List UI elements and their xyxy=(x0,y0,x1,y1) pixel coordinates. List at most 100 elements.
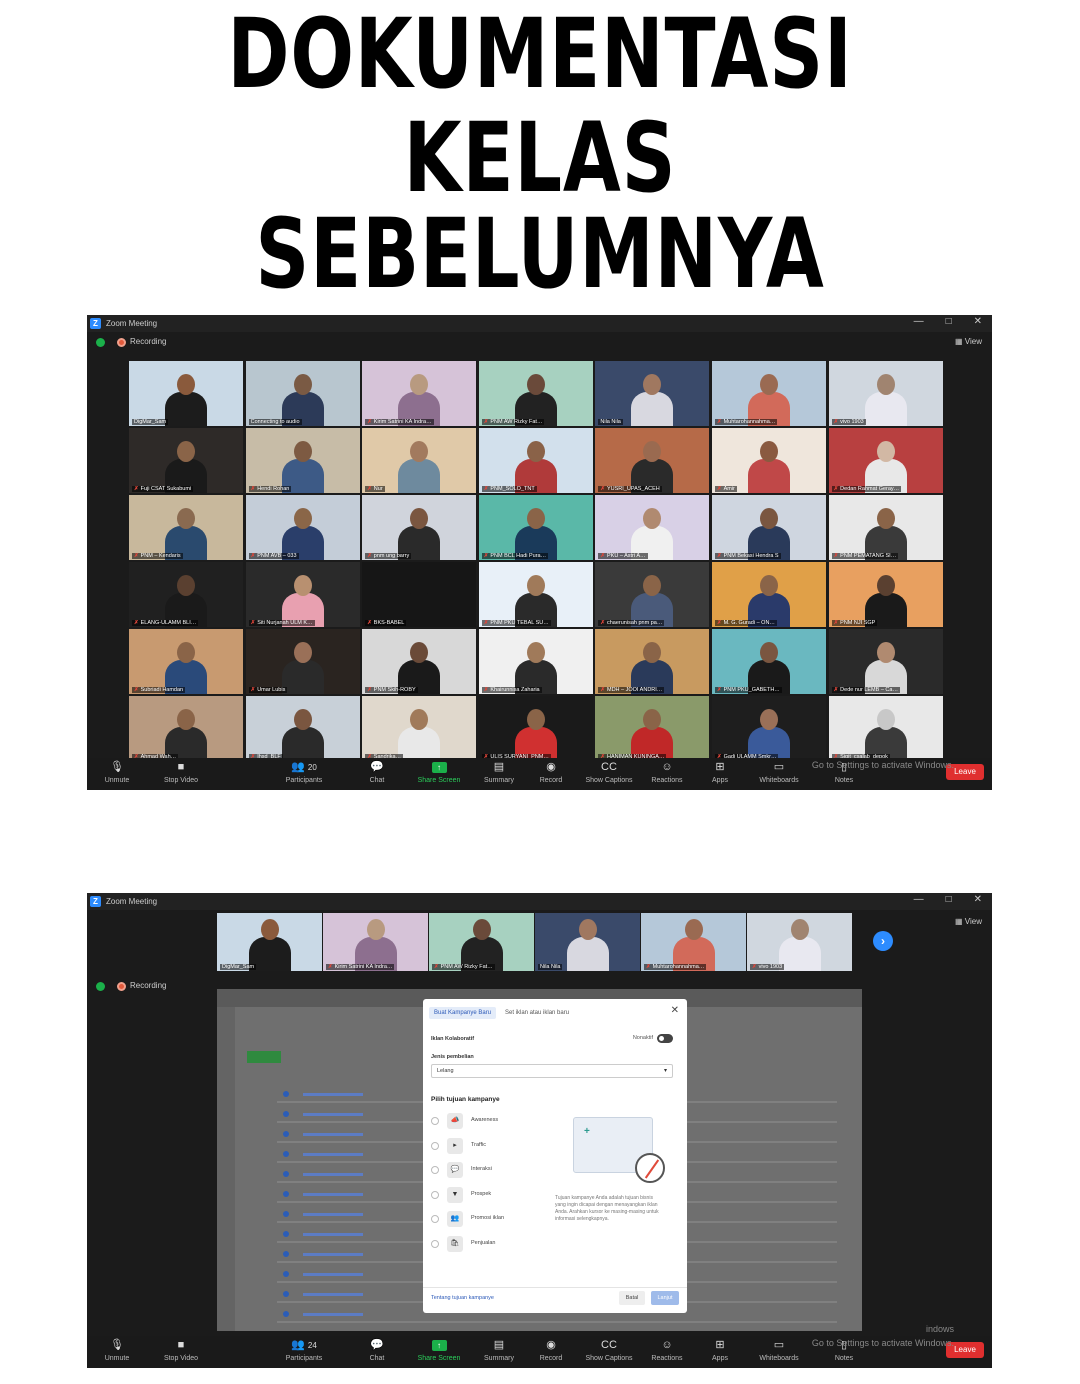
participant-tile[interactable]: ✗ BKS-BABEL xyxy=(362,562,477,627)
whiteboards-button[interactable]: ▭ Whiteboards xyxy=(749,761,809,784)
participants-button[interactable]: 👥 24 Participants xyxy=(274,1339,334,1362)
participant-tile[interactable]: ✗ PNM PKU_GABETH… xyxy=(711,629,826,694)
participant-tile[interactable]: ✗ Siti Nurjanah ULM K… xyxy=(245,562,360,627)
participant-tile[interactable]: ✗ PNM AW Rizky Fat… xyxy=(429,913,534,971)
participant-tile[interactable]: ✗ PNM AVB – 033 xyxy=(245,495,360,560)
tab-new-campaign[interactable]: Buat Kampanye Baru xyxy=(429,1007,497,1019)
security-shield-icon[interactable] xyxy=(96,338,105,347)
participant-tile[interactable]: Connecting to audio xyxy=(245,361,360,426)
participant-tile[interactable]: ✗ ELANG-ULAMM BLI… xyxy=(129,562,243,627)
participant-tile[interactable]: ✗ Ihsd_BLF xyxy=(245,696,360,761)
participant-tile[interactable]: ✗ Dedan Rahmat Geray… xyxy=(828,428,943,493)
objective-option[interactable]: 💬 Interaksi xyxy=(431,1162,541,1178)
participant-tile[interactable]: ✗ YUSRI_UPAS_ACEH xyxy=(595,428,710,493)
collab-toggle[interactable] xyxy=(657,1034,673,1043)
reactions-button[interactable]: ☺ Reactions xyxy=(637,1339,697,1362)
show-captions-button[interactable]: CC Show Captions xyxy=(579,1339,639,1362)
participant-tile[interactable]: ✗ Kirim Satrini KA Indra… xyxy=(323,913,428,971)
participant-tile[interactable]: ✗ Khairunnisa Zaharia xyxy=(478,629,593,694)
minimize-button[interactable]: — xyxy=(914,316,924,327)
participant-tile[interactable]: ✗ PNM NJI SGP xyxy=(828,562,943,627)
participant-tile[interactable]: ✗ Muhtarohannahma… xyxy=(711,361,826,426)
reactions-button[interactable]: ☺ Reactions xyxy=(637,761,697,784)
participant-tile[interactable]: ✗ Gadi ULAMM Smkr… xyxy=(711,696,826,761)
participant-tile[interactable]: ✗ HANIMAN KUNINGA… xyxy=(595,696,710,761)
radio-button[interactable] xyxy=(431,1239,439,1248)
participant-tile[interactable]: ✗ vivo 1903 xyxy=(828,361,943,426)
minimize-button[interactable]: — xyxy=(914,894,924,905)
stop-video-button[interactable]: ■ Stop Video xyxy=(151,761,211,784)
apps-button[interactable]: ⊞ Apps xyxy=(690,1339,750,1362)
participant-tile[interactable]: ✗ PKU – Astri A… xyxy=(595,495,710,560)
participant-tile[interactable]: Nila Nila xyxy=(535,913,640,971)
stop-video-button[interactable]: ■ Stop Video xyxy=(151,1339,211,1362)
participant-tile[interactable]: Nila Nila xyxy=(595,361,710,426)
share-screen-button[interactable]: ↑ Share Screen xyxy=(409,1339,469,1362)
show-captions-button[interactable]: CC Show Captions xyxy=(579,761,639,784)
radio-button[interactable] xyxy=(431,1190,439,1199)
close-button[interactable]: ✕ xyxy=(974,316,982,327)
participant-tile[interactable]: ✗ PNM_SOLO_TNT xyxy=(478,428,593,493)
unmute-button[interactable]: 🎙 Unmute xyxy=(87,761,147,784)
participant-tile[interactable]: ✗ PNM PKU TEBAL SU… xyxy=(478,562,593,627)
participant-tile[interactable]: ✗ ULIS SURYANI_PNM… xyxy=(478,696,593,761)
participant-tile[interactable]: ✗ Muhtarohannahma… xyxy=(641,913,746,971)
summary-button[interactable]: ▤ Summary xyxy=(469,1339,529,1362)
purchase-type-select[interactable]: Lelang ▾ xyxy=(431,1064,673,1078)
dialog-close-icon[interactable]: ✕ xyxy=(671,1005,679,1016)
participant-tile[interactable]: ✗ Kirim Satrini KA Indra… xyxy=(362,361,477,426)
tab-existing-campaign[interactable]: Set iklan atau iklan baru xyxy=(505,1010,569,1016)
participant-tile[interactable]: ✗ MDH – JOOI ANDRI… xyxy=(595,629,710,694)
participant-tile[interactable]: ✗ PNM BCL Hadi Pura… xyxy=(478,495,593,560)
objective-option[interactable]: 📣 Awareness xyxy=(431,1113,541,1129)
participant-tile[interactable]: ✗ PNM AW Rizky Fat… xyxy=(478,361,593,426)
continue-button[interactable]: Lanjut xyxy=(651,1291,679,1305)
objective-option[interactable]: 👥 Promosi iklan xyxy=(431,1211,541,1227)
participant-tile[interactable]: ✗ Nur xyxy=(362,428,477,493)
participant-tile[interactable]: ✗ PNM Bekasi Hendra S xyxy=(711,495,826,560)
share-screen-button[interactable]: ↑ Share Screen xyxy=(409,761,469,784)
view-button[interactable]: ▦ View xyxy=(955,917,982,926)
participant-tile[interactable]: ✗ Sandrika… xyxy=(362,696,477,761)
participant-tile[interactable]: ✗ pnm ung barry xyxy=(362,495,477,560)
participant-tile[interactable]: ✗ vivo 1903 xyxy=(747,913,852,971)
view-button[interactable]: ▦ View xyxy=(955,337,982,346)
participant-tile[interactable]: ✗ Dede nur LEMB – Ca… xyxy=(828,629,943,694)
objective-option[interactable]: ▼ Prospek xyxy=(431,1186,541,1203)
summary-button[interactable]: ▤ Summary xyxy=(469,761,529,784)
participant-tile[interactable]: ✗ chaerunisah pnm pa… xyxy=(595,562,710,627)
apps-button[interactable]: ⊞ Apps xyxy=(690,761,750,784)
participant-tile[interactable]: ✗ Sigit_csalab_depok xyxy=(828,696,943,761)
maximize-button[interactable]: □ xyxy=(946,316,952,327)
participant-tile[interactable]: DigMar_Sam xyxy=(129,361,243,426)
create-campaign-button[interactable] xyxy=(247,1051,281,1063)
participant-tile[interactable]: ✗ PNM PEMATANG SI… xyxy=(828,495,943,560)
radio-button[interactable] xyxy=(431,1215,439,1223)
record-button[interactable]: ◉ Record xyxy=(521,761,581,784)
close-button[interactable]: ✕ xyxy=(974,894,982,905)
radio-button[interactable] xyxy=(431,1117,439,1125)
record-button[interactable]: ◉ Record xyxy=(521,1339,581,1362)
unmute-button[interactable]: 🎙 Unmute xyxy=(87,1339,147,1362)
chat-button[interactable]: 💬 Chat xyxy=(347,1339,407,1362)
next-page-arrow-icon[interactable]: › xyxy=(873,931,893,951)
security-shield-icon[interactable] xyxy=(96,982,105,991)
participant-tile[interactable]: ✗ Fuji CSAT Sukabumi xyxy=(129,428,243,493)
participant-tile[interactable]: ✗ Subriadi Hamdan xyxy=(129,629,243,694)
participants-button[interactable]: 👥 20 Participants xyxy=(274,761,334,784)
participant-tile[interactable]: ✗ Umar Lubis xyxy=(245,629,360,694)
participant-tile[interactable]: ✗ M. G. Guradi – ON… xyxy=(711,562,826,627)
radio-button[interactable] xyxy=(431,1166,439,1174)
participant-tile[interactable]: ✗ PNM – Kendaris xyxy=(129,495,243,560)
objective-option[interactable]: ▸ Traffic xyxy=(431,1137,541,1154)
chat-button[interactable]: 💬 Chat xyxy=(347,761,407,784)
participant-tile[interactable]: ✗ Hendi Rohan xyxy=(245,428,360,493)
participant-tile[interactable]: ✗ PNM Skih-ROBY xyxy=(362,629,477,694)
maximize-button[interactable]: □ xyxy=(946,894,952,905)
radio-button[interactable] xyxy=(431,1141,439,1150)
objective-option[interactable]: 🛍 Penjualan xyxy=(431,1235,541,1252)
whiteboards-button[interactable]: ▭ Whiteboards xyxy=(749,1339,809,1362)
participant-tile[interactable]: ✗ Ahmad Wah… xyxy=(129,696,243,761)
about-objectives-link[interactable]: Tentang tujuan kampanye xyxy=(431,1295,494,1301)
cancel-button[interactable]: Batal xyxy=(619,1291,645,1305)
